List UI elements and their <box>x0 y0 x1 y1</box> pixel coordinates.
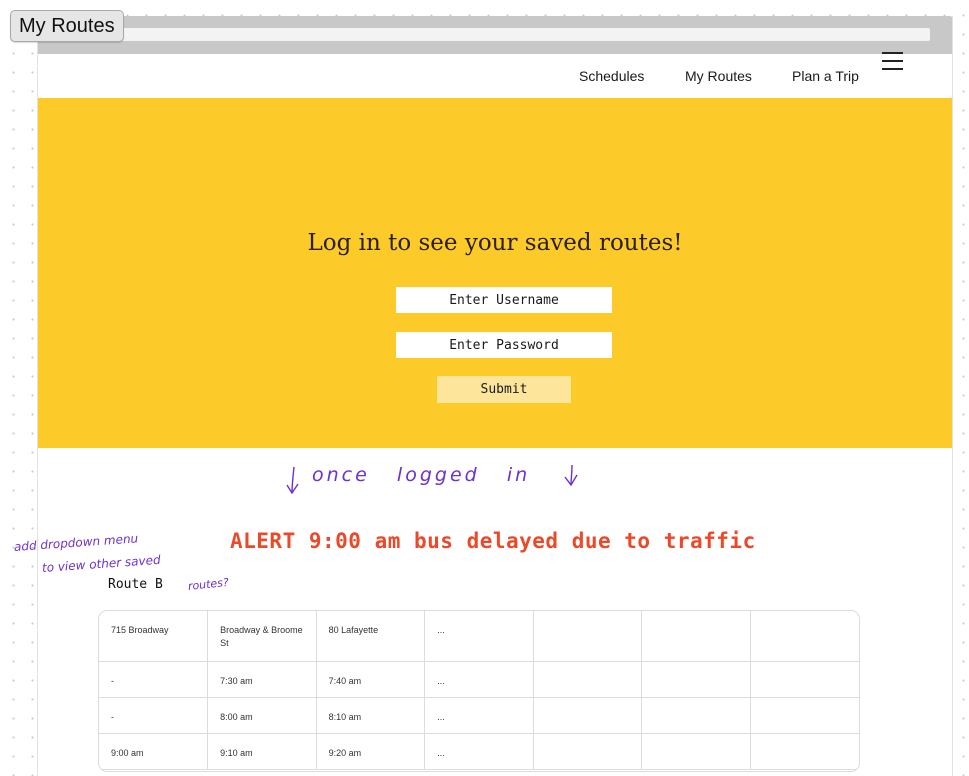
alert-banner: ALERT 9:00 am bus delayed due to traffic <box>230 529 756 553</box>
stop-header <box>533 611 643 662</box>
hamburger-menu-icon[interactable] <box>882 52 904 70</box>
table-cell: 9:20 am <box>316 733 426 770</box>
table-cell: 9:00 am <box>99 733 209 770</box>
table-cell: - <box>99 661 209 698</box>
route-schedule-table: 715 Broadway Broadway & Broome St 80 Laf… <box>98 610 860 772</box>
table-row: - 8:00 am 8:10 am ... <box>99 697 859 734</box>
stop-header: Broadway & Broome St <box>207 611 317 662</box>
table-cell <box>641 733 751 770</box>
table-cell: 7:40 am <box>316 661 426 698</box>
table-cell <box>533 661 643 698</box>
login-hero: Log in to see your saved routes! Submit <box>38 98 952 448</box>
table-cell: ... <box>424 733 534 770</box>
top-nav: Schedules My Routes Plan a Trip <box>38 54 952 98</box>
table-cell: - <box>99 697 209 734</box>
nav-schedules[interactable]: Schedules <box>579 68 644 84</box>
table-cell <box>750 733 859 770</box>
table-cell: ... <box>424 661 534 698</box>
table-header-row: 715 Broadway Broadway & Broome St 80 Laf… <box>99 611 859 662</box>
table-cell <box>533 733 643 770</box>
browser-bar <box>38 16 952 54</box>
table-cell: 7:30 am <box>207 661 317 698</box>
table-cell: 8:00 am <box>207 697 317 734</box>
table-cell <box>533 697 643 734</box>
stop-header <box>750 611 859 662</box>
submit-button[interactable]: Submit <box>437 376 571 403</box>
username-field[interactable] <box>396 287 612 313</box>
login-heading: Log in to see your saved routes! <box>307 230 683 256</box>
stop-header: 80 Lafayette <box>316 611 426 662</box>
table-cell <box>750 661 859 698</box>
route-label[interactable]: Route B <box>108 577 163 592</box>
table-cell: 8:10 am <box>316 697 426 734</box>
stop-header: ... <box>424 611 534 662</box>
nav-my-routes[interactable]: My Routes <box>685 68 752 84</box>
table-cell <box>641 661 751 698</box>
stop-header: 715 Broadway <box>99 611 209 662</box>
stop-header <box>641 611 751 662</box>
password-field[interactable] <box>396 332 612 358</box>
once-logged-in-note: once logged in <box>312 464 531 486</box>
table-cell: 9:10 am <box>207 733 317 770</box>
table-row: 9:00 am 9:10 am 9:20 am ... <box>99 733 859 770</box>
nav-plan-a-trip[interactable]: Plan a Trip <box>792 68 859 84</box>
address-bar[interactable] <box>48 28 930 41</box>
table-row: - 7:30 am 7:40 am ... <box>99 661 859 698</box>
table-cell <box>750 697 859 734</box>
page-title: My Routes <box>10 10 124 42</box>
table-cell <box>641 697 751 734</box>
table-cell: ... <box>424 697 534 734</box>
